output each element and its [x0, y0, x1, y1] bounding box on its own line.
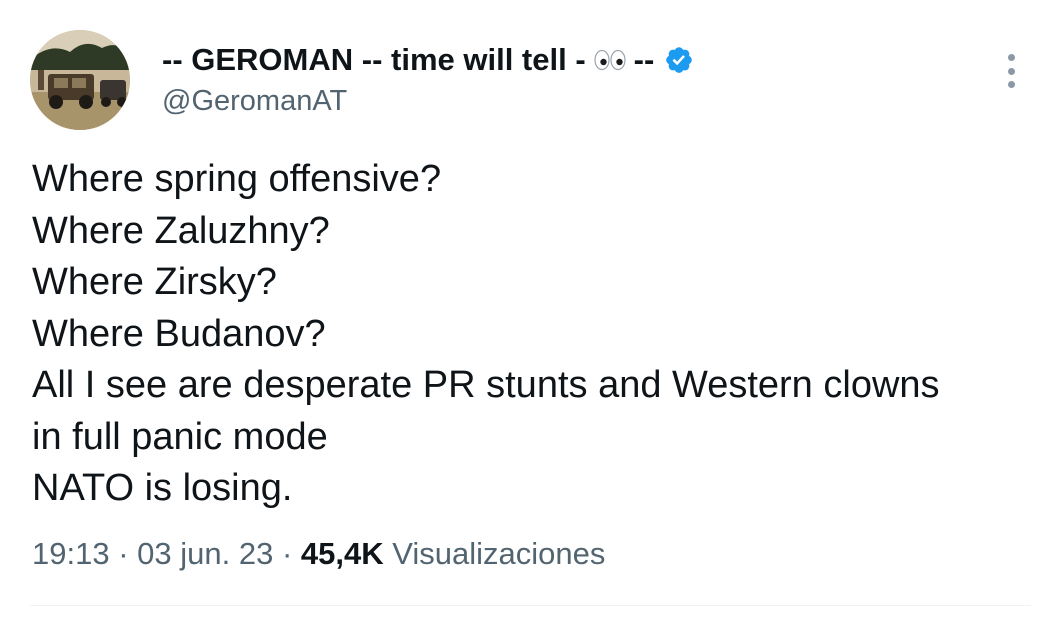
display-name-suffix: -- [633, 42, 655, 77]
avatar-photo [30, 30, 130, 130]
divider [30, 605, 1031, 606]
more-options-button[interactable] [998, 52, 1024, 90]
tweet-line: Where spring offensive? [32, 158, 442, 200]
meta-separator: · [281, 536, 293, 571]
tweet-line: All I see are desperate PR stunts and We… [32, 364, 940, 406]
verified-badge-icon[interactable] [664, 45, 694, 75]
tweet-line: in full panic mode [32, 415, 328, 458]
tweet-line: NATO is losing. [32, 467, 293, 509]
tweet-line: Where Zaluzhny? [32, 209, 330, 252]
author-handle[interactable]: @GeromanAT [162, 81, 694, 121]
more-dot-icon [1007, 54, 1015, 61]
meta-separator: · [118, 536, 129, 571]
views-label[interactable]: Visualizaciones [392, 536, 605, 571]
tweet-line: Where Zirsky? [32, 261, 277, 303]
tweet-time[interactable]: 19:13 [32, 536, 110, 571]
author-block[interactable]: -- GEROMAN -- time will tell - -- @Gerom… [162, 40, 694, 121]
display-name-prefix: -- GEROMAN -- time will tell - [162, 42, 586, 77]
more-dot-icon [1007, 67, 1015, 75]
display-name[interactable]: -- GEROMAN -- time will tell - -- [162, 40, 694, 80]
views-count[interactable]: 45,4K [301, 536, 384, 571]
more-dot-icon [1007, 81, 1015, 88]
tweet-text: Where spring offensive? Where Zaluzhny? … [32, 154, 1042, 515]
tweet-card: -- GEROMAN -- time will tell - -- @Gerom… [0, 0, 1061, 630]
tweet-line: Where Budanov? [32, 312, 326, 355]
tweet-date[interactable]: 03 jun. 23 [137, 536, 273, 571]
avatar[interactable] [30, 30, 130, 130]
tweet-meta: 19:13 · 03 jun. 23 · 45,4K Visualizacion… [32, 532, 605, 576]
eyes-emoji-icon [594, 49, 626, 71]
